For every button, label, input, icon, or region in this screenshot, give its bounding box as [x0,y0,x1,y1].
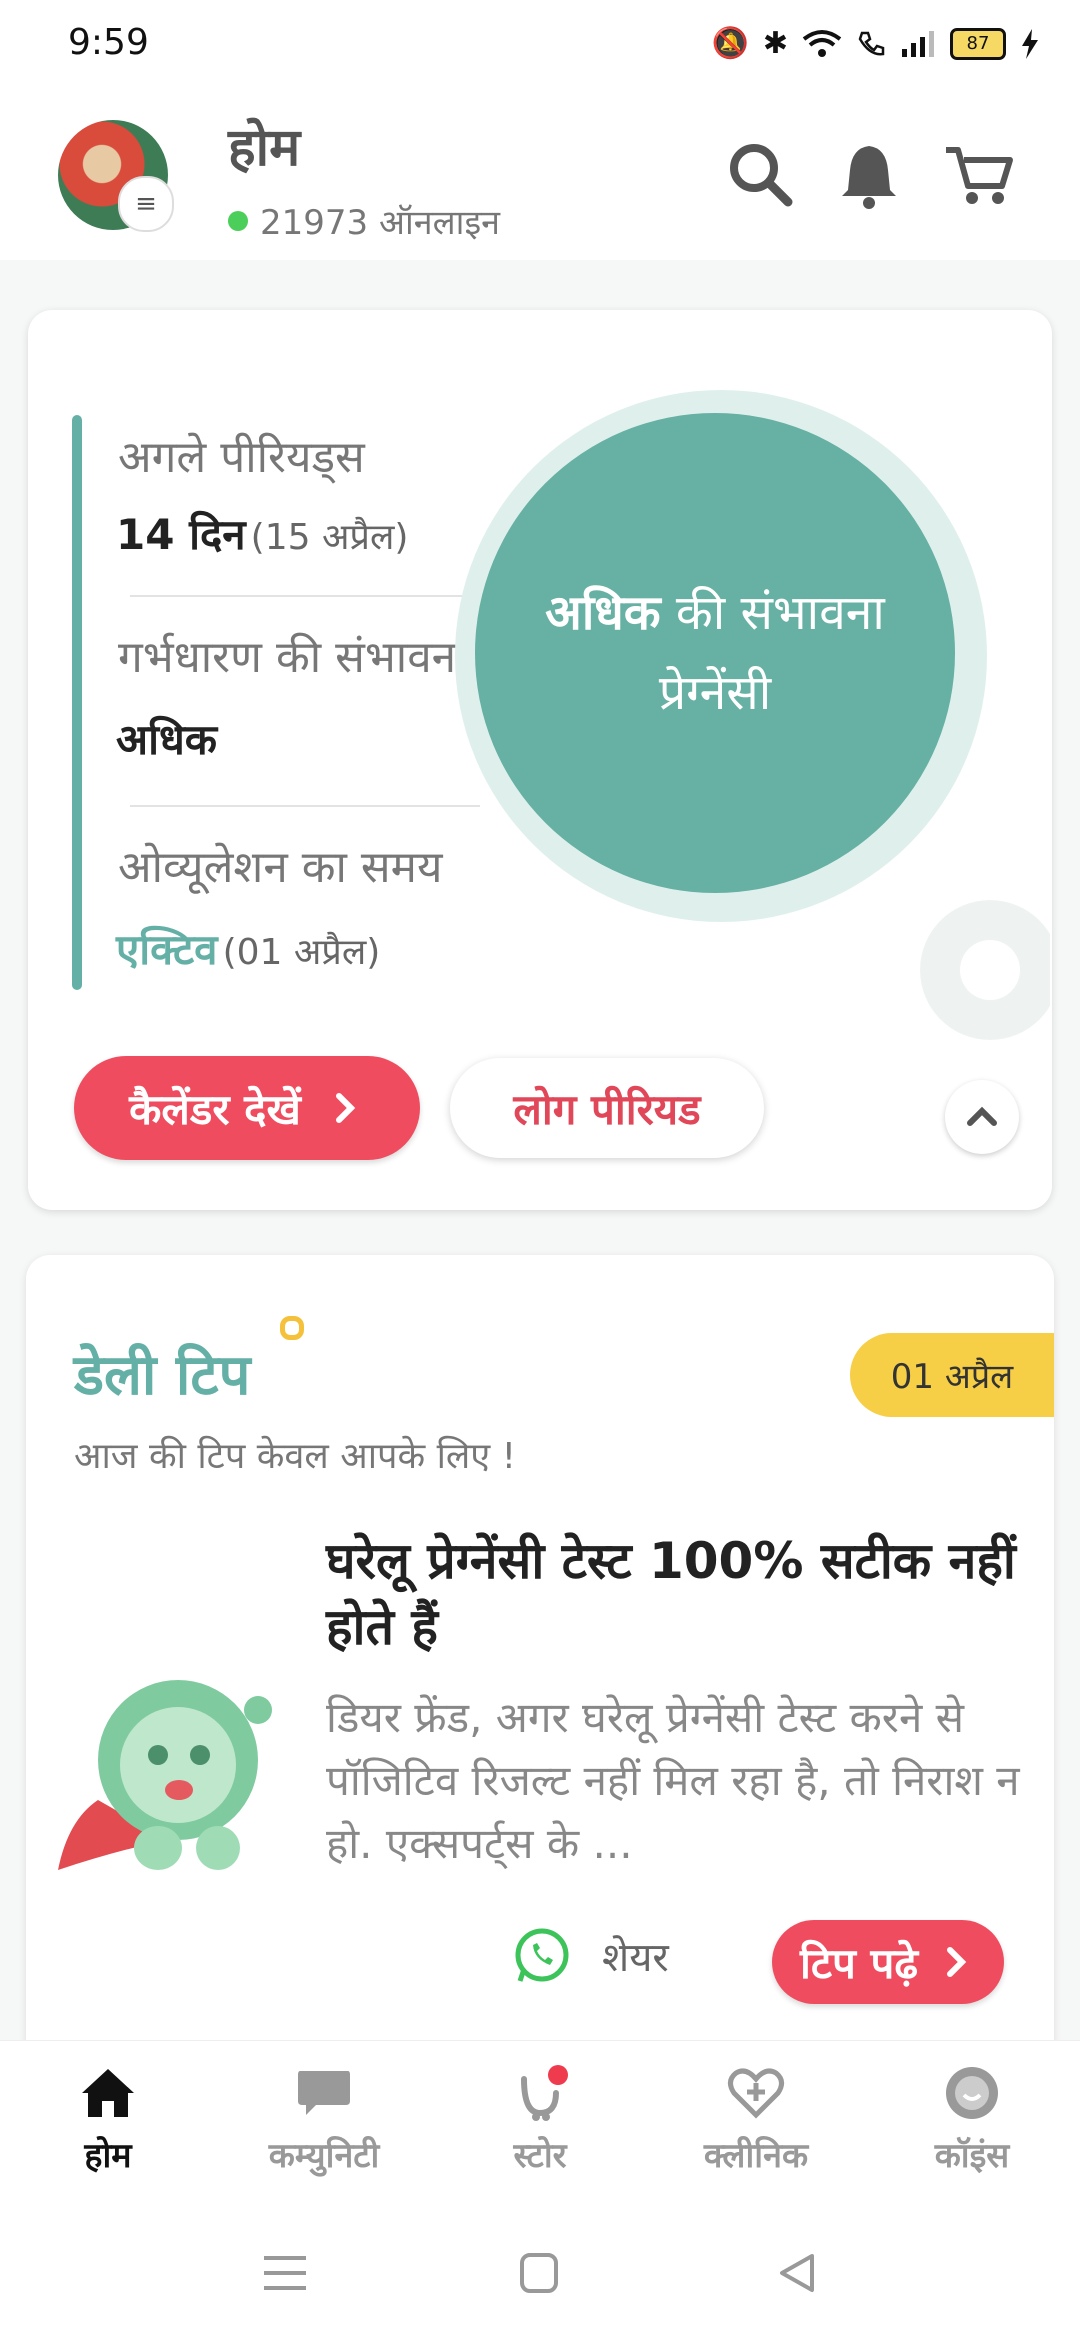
menu-icon[interactable]: ≡ [118,176,174,232]
search-icon[interactable] [726,140,796,210]
home-square-icon[interactable] [514,2250,564,2296]
next-period-date: (15 अप्रैल) [250,517,409,558]
online-dot-icon [228,211,248,231]
signal-icon [902,30,934,57]
status-time: 9:59 [68,22,149,63]
read-tip-button[interactable]: टिप पढ़े [772,1920,1004,2004]
ovulation-info: एक्टिव (01 अप्रैल) [116,920,380,977]
tip-dot-icon [280,1316,304,1340]
nav-label-home: होम [84,2136,132,2176]
online-count: 21973 ऑनलाइन [228,198,500,244]
store-icon [521,2065,568,2121]
circle-rest-text: की संभावना [660,585,885,641]
conception-label: गर्भधारण की संभावना [118,632,468,683]
log-period-button[interactable]: लोग पीरियड [450,1058,764,1158]
pregnancy-chance-circle[interactable]: अधिक की संभावना प्रेग्नेंसी [475,413,955,893]
wifi-icon [802,29,842,57]
bluetooth-icon: ✱ [762,26,788,61]
nav-item-home[interactable]: होम [8,2065,208,2177]
battery-icon: 87 [950,27,1006,60]
nav-label-store: स्टोर [513,2136,567,2176]
ovulation-date: (01 अप्रैल) [222,932,381,973]
chat-icon [298,2071,350,2115]
tip-date-badge: 01 अप्रैल [850,1333,1054,1417]
nav-item-community[interactable]: कम्युनिटी [224,2065,424,2177]
share-label: शेयर [602,1934,669,1981]
circle-bold-text: अधिक [545,585,661,641]
chevron-right-icon [335,1093,356,1123]
tip-headline: घरेलू प्रेग्नेंसी टेस्ट 100% सटीक नहीं ह… [326,1532,1016,1656]
calendar-button-label: कैलेंडर देखें [129,1084,301,1134]
collapse-button[interactable] [945,1080,1019,1154]
ovulation-label: ओव्यूलेशन का समय [118,842,443,893]
home-icon [82,2069,134,2117]
tip-body: डियर फ्रेंड, अगर घरेलू प्रेग्नेंसी टेस्ट… [326,1693,1020,1868]
next-period-value: 14 दिन [116,510,246,559]
back-icon[interactable] [772,2250,822,2296]
divider [130,595,480,597]
online-text: 21973 ऑनलाइन [260,203,501,243]
whatsapp-icon [515,1928,569,1982]
tip-subtitle: आज की टिप केवल आपके लिए ! [74,1436,517,1477]
call-icon [858,31,885,55]
cart-icon[interactable] [944,140,1014,210]
nav-item-coins[interactable]: कॉइंस [872,2065,1072,2177]
nav-label-clinic: क्लीनिक [703,2136,809,2176]
conception-value: अधिक [116,715,218,764]
mute-icon: 🔕 [711,26,749,61]
baby-mascot-icon [58,1680,272,1870]
log-period-label: लोग पीरियड [513,1084,701,1134]
page-title: होम [228,118,301,178]
nav-label-community: कम्युनिटी [268,2136,380,2176]
chevron-right-icon [947,1947,967,1977]
pregnancy-chance-line2: प्रेग्नेंसी [658,665,772,721]
share-button[interactable]: शेयर [512,1925,669,1985]
menu-lines-icon[interactable] [260,2250,310,2296]
daily-tip-title: डेली टिप [74,1343,251,1408]
next-period-info: 14 दिन (15 अप्रैल) [116,505,408,562]
cycle-indicator-bar [72,415,82,990]
charging-icon [1022,28,1038,59]
nav-label-coins: कॉइंस [934,2136,1010,2176]
ovulation-value: एक्टिव [116,925,218,974]
nav-item-clinic[interactable]: क्लीनिक [656,2065,856,2177]
bell-icon[interactable] [834,140,904,210]
pregnancy-chance-line1: अधिक की संभावना [545,573,885,653]
nav-item-store[interactable]: स्टोर [440,2065,640,2177]
status-icons: 🔕 ✱ 87 [712,26,1041,61]
coin-icon [946,2067,998,2119]
chevron-up-icon [967,1106,997,1126]
calendar-button[interactable]: कैलेंडर देखें [74,1056,420,1160]
divider [130,805,480,807]
heart-plus-icon [728,2068,784,2119]
read-tip-label: टिप पढ़े [799,1938,919,1988]
next-period-label: अगले पीरियड्स [118,432,365,483]
